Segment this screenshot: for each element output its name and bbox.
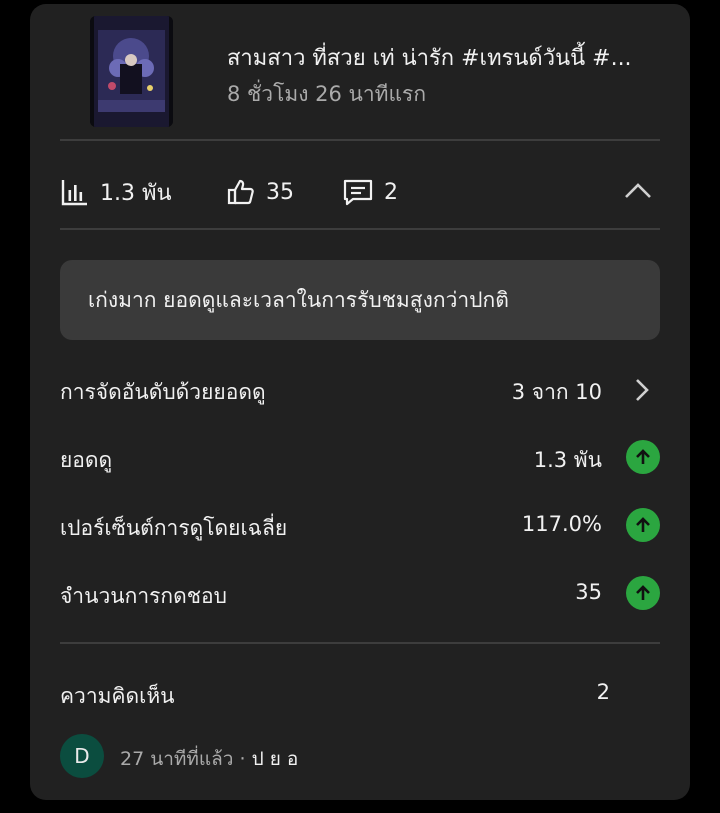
chevron-up-icon <box>625 183 651 198</box>
metric-row-views: ยอดดู 1.3 พัน <box>60 438 660 478</box>
divider <box>60 228 660 230</box>
analytics-card: สามสาว ที่สวย เท่ น่ารัก #เทรนด์วันนี้ #… <box>30 4 690 800</box>
metric-row-rank[interactable]: การจัดอันดับด้วยยอดดู 3 จาก 10 <box>60 370 660 410</box>
metric-value: 1.3 พัน <box>533 448 602 472</box>
likes-count: 35 <box>266 179 294 205</box>
views-count: 1.3 พัน <box>100 180 172 206</box>
arrow-up-icon <box>626 508 660 542</box>
comments-section-label[interactable]: ความคิดเห็น <box>60 680 175 713</box>
metric-row-avg-percent: เปอร์เซ็นต์การดูโดยเฉลี่ย 117.0% <box>60 506 660 546</box>
metric-row-likes: จำนวนการกดชอบ 35 <box>60 574 660 614</box>
banner-text: เก่งมาก ยอดดูและเวลาในการรับชมสูงกว่าปกต… <box>88 287 509 312</box>
metric-label: เปอร์เซ็นต์การดูโดยเฉลี่ย <box>60 516 288 540</box>
metric-value: 3 จาก 10 <box>511 380 602 404</box>
collapse-button[interactable] <box>618 172 658 208</box>
bar-chart-icon <box>61 180 87 206</box>
metric-value: 117.0% <box>521 512 602 536</box>
comments-stat[interactable]: 2 <box>342 174 398 210</box>
divider <box>60 139 660 141</box>
metric-label: การจัดอันดับด้วยยอดดู <box>60 380 266 404</box>
performance-banner: เก่งมาก ยอดดูและเวลาในการรับชมสูงกว่าปกต… <box>60 260 660 340</box>
comment-icon <box>343 179 373 206</box>
comments-section-count: 2 <box>596 680 610 704</box>
comments-count-stat: 2 <box>384 179 398 205</box>
comment-separator: · <box>233 748 252 770</box>
arrow-up-icon <box>626 440 660 474</box>
avatar[interactable]: D <box>60 734 104 778</box>
metric-value: 35 <box>575 580 602 604</box>
comment-meta[interactable]: 27 นาทีที่แล้ว · ป ย อ <box>120 744 298 774</box>
comment-time: 27 นาทีที่แล้ว <box>120 748 234 770</box>
video-thumbnail[interactable] <box>90 16 173 127</box>
likes-stat[interactable]: 35 <box>226 174 294 210</box>
video-age: 8 ชั่วโมง 26 นาทีแรก <box>227 82 427 106</box>
divider <box>60 642 660 644</box>
comment-author: ป ย อ <box>251 748 299 770</box>
metric-label: ยอดดู <box>60 448 113 472</box>
thumbs-up-icon <box>227 179 254 205</box>
arrow-up-icon <box>626 576 660 610</box>
chevron-right-icon[interactable] <box>630 376 654 404</box>
video-title[interactable]: สามสาว ที่สวย เท่ น่ารัก #เทรนด์วันนี้ #… <box>227 40 667 75</box>
views-stat[interactable]: 1.3 พัน <box>60 174 172 210</box>
metric-label: จำนวนการกดชอบ <box>60 584 227 608</box>
